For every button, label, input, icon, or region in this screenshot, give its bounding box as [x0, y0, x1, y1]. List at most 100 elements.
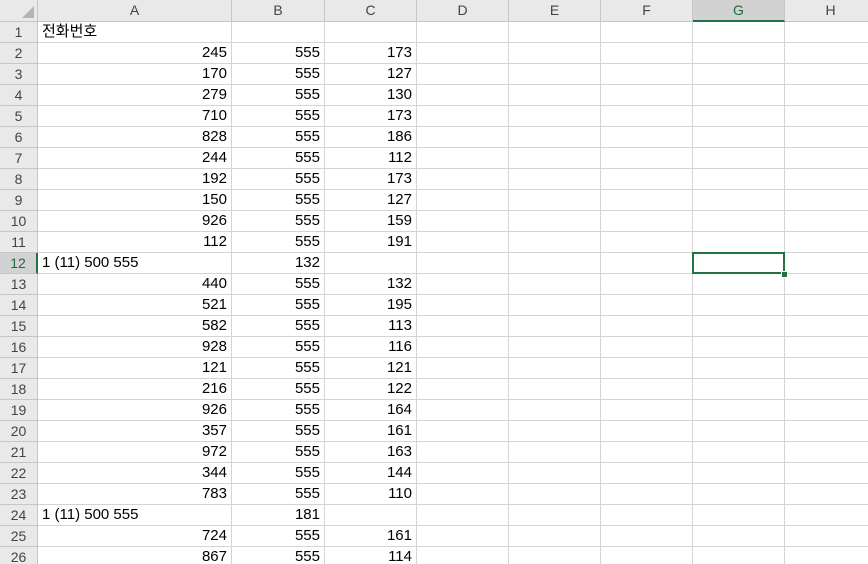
cell-e[interactable] — [509, 22, 601, 43]
cell-h[interactable] — [785, 316, 868, 337]
cell-g[interactable] — [693, 316, 785, 337]
cell-a[interactable]: 724 — [38, 526, 232, 547]
cell-h[interactable] — [785, 547, 868, 564]
cell-g[interactable] — [693, 43, 785, 64]
cell-b[interactable]: 555 — [232, 316, 325, 337]
cell-e[interactable] — [509, 547, 601, 564]
cell-h[interactable] — [785, 421, 868, 442]
cell-b[interactable]: 555 — [232, 64, 325, 85]
cell-a[interactable]: 926 — [38, 211, 232, 232]
row-header[interactable]: 7 — [0, 148, 38, 169]
cell-e[interactable] — [509, 316, 601, 337]
cell-f[interactable] — [601, 526, 693, 547]
cell-g[interactable] — [693, 337, 785, 358]
cell-e[interactable] — [509, 442, 601, 463]
cell-f[interactable] — [601, 253, 693, 274]
cell-d[interactable] — [417, 106, 509, 127]
row-header[interactable]: 13 — [0, 274, 38, 295]
cell-f[interactable] — [601, 22, 693, 43]
cell-e[interactable] — [509, 337, 601, 358]
cell-c[interactable]: 186 — [325, 127, 417, 148]
cell-h[interactable] — [785, 400, 868, 421]
cell-e[interactable] — [509, 505, 601, 526]
column-header-g[interactable]: G — [693, 0, 785, 22]
cell-f[interactable] — [601, 400, 693, 421]
cell-d[interactable] — [417, 337, 509, 358]
cell-c[interactable]: 173 — [325, 106, 417, 127]
cell-h[interactable] — [785, 379, 868, 400]
cell-g[interactable] — [693, 358, 785, 379]
row-header[interactable]: 26 — [0, 547, 38, 564]
row-header[interactable]: 23 — [0, 484, 38, 505]
cell-g[interactable] — [693, 106, 785, 127]
cell-g[interactable] — [693, 64, 785, 85]
row-header[interactable]: 20 — [0, 421, 38, 442]
cell-e[interactable] — [509, 484, 601, 505]
cell-g[interactable] — [693, 190, 785, 211]
cell-f[interactable] — [601, 190, 693, 211]
row-header[interactable]: 4 — [0, 85, 38, 106]
column-header-f[interactable]: F — [601, 0, 693, 22]
row-header[interactable]: 8 — [0, 169, 38, 190]
cell-g[interactable] — [693, 421, 785, 442]
cell-c[interactable]: 112 — [325, 148, 417, 169]
cell-b[interactable]: 555 — [232, 232, 325, 253]
cell-e[interactable] — [509, 43, 601, 64]
cell-f[interactable] — [601, 442, 693, 463]
cell-g[interactable] — [693, 211, 785, 232]
row-header[interactable]: 11 — [0, 232, 38, 253]
cell-d[interactable] — [417, 169, 509, 190]
cell-e[interactable] — [509, 85, 601, 106]
cell-e[interactable] — [509, 400, 601, 421]
cell-c[interactable] — [325, 505, 417, 526]
cell-g[interactable] — [693, 463, 785, 484]
cell-f[interactable] — [601, 505, 693, 526]
cell-f[interactable] — [601, 337, 693, 358]
cell-b[interactable]: 555 — [232, 337, 325, 358]
cell-a[interactable]: 828 — [38, 127, 232, 148]
cell-c[interactable]: 163 — [325, 442, 417, 463]
cell-b[interactable]: 555 — [232, 190, 325, 211]
row-header[interactable]: 21 — [0, 442, 38, 463]
cell-e[interactable] — [509, 127, 601, 148]
column-header-h[interactable]: H — [785, 0, 868, 22]
cell-c[interactable]: 144 — [325, 463, 417, 484]
row-header[interactable]: 25 — [0, 526, 38, 547]
cell-b[interactable]: 555 — [232, 400, 325, 421]
cell-c[interactable]: 159 — [325, 211, 417, 232]
cell-a[interactable]: 521 — [38, 295, 232, 316]
cell-g[interactable] — [693, 526, 785, 547]
cell-f[interactable] — [601, 211, 693, 232]
cell-b[interactable]: 555 — [232, 169, 325, 190]
cell-a[interactable]: 357 — [38, 421, 232, 442]
cell-g[interactable] — [693, 169, 785, 190]
cell-g[interactable] — [693, 547, 785, 564]
cell-h[interactable] — [785, 274, 868, 295]
cell-f[interactable] — [601, 421, 693, 442]
cell-b[interactable] — [232, 22, 325, 43]
cell-a[interactable]: 867 — [38, 547, 232, 564]
row-header[interactable]: 22 — [0, 463, 38, 484]
cell-a[interactable]: 216 — [38, 379, 232, 400]
row-header[interactable]: 19 — [0, 400, 38, 421]
cell-b[interactable]: 555 — [232, 85, 325, 106]
cell-c[interactable]: 195 — [325, 295, 417, 316]
cell-c[interactable]: 121 — [325, 358, 417, 379]
cell-g[interactable] — [693, 127, 785, 148]
cell-a[interactable]: 170 — [38, 64, 232, 85]
cell-a[interactable]: 121 — [38, 358, 232, 379]
cell-g[interactable] — [693, 148, 785, 169]
row-header[interactable]: 3 — [0, 64, 38, 85]
cell-b[interactable]: 555 — [232, 148, 325, 169]
cell-a[interactable]: 전화번호 — [38, 22, 232, 43]
cell-d[interactable] — [417, 253, 509, 274]
cell-h[interactable] — [785, 358, 868, 379]
cell-b[interactable]: 555 — [232, 127, 325, 148]
cell-a[interactable]: 192 — [38, 169, 232, 190]
cell-e[interactable] — [509, 169, 601, 190]
row-header[interactable]: 12 — [0, 253, 38, 274]
cell-d[interactable] — [417, 190, 509, 211]
row-header[interactable]: 9 — [0, 190, 38, 211]
row-header[interactable]: 17 — [0, 358, 38, 379]
cell-c[interactable]: 122 — [325, 379, 417, 400]
